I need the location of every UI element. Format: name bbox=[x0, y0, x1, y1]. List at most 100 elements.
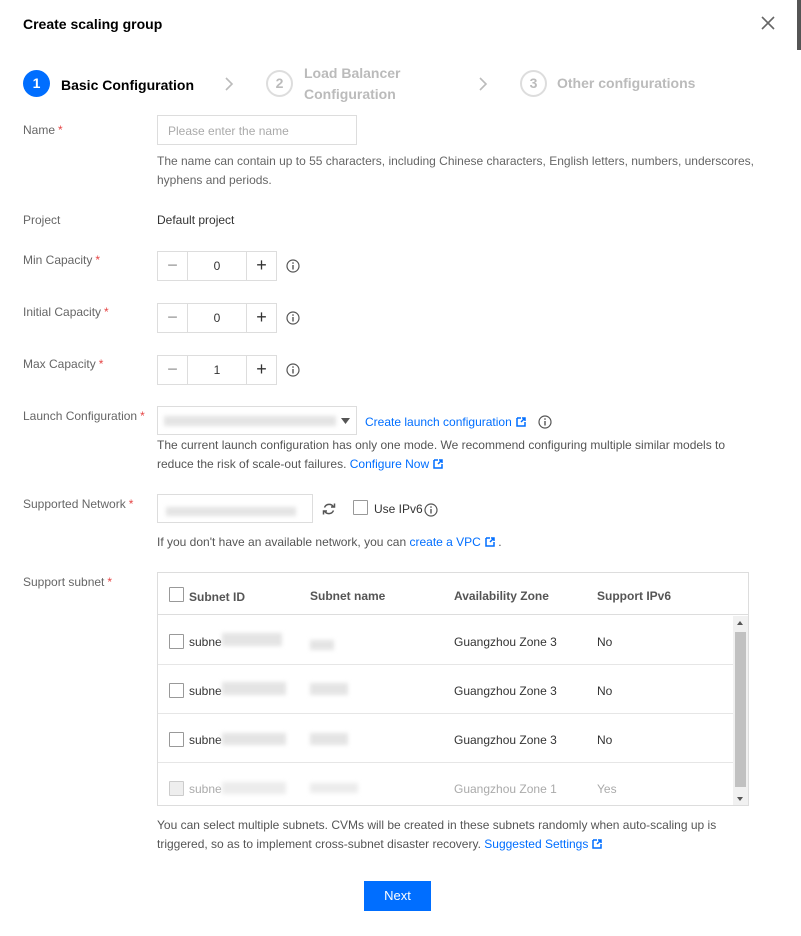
info-icon[interactable] bbox=[538, 415, 552, 429]
initial-capacity-increment-button[interactable]: + bbox=[246, 304, 276, 332]
scroll-up-icon[interactable] bbox=[737, 621, 743, 625]
launch-configuration-label: Launch Configuration * bbox=[23, 409, 145, 423]
chevron-right-icon bbox=[225, 77, 234, 91]
info-icon[interactable] bbox=[424, 503, 438, 517]
min-capacity-value[interactable]: 0 bbox=[188, 252, 246, 280]
availability-zone: Guangzhou Zone 3 bbox=[454, 684, 557, 698]
max-capacity-value[interactable]: 1 bbox=[188, 356, 246, 384]
step-1-label: Basic Configuration bbox=[61, 77, 195, 93]
create-scaling-group-dialog: Create scaling group 1 Basic Configurati… bbox=[0, 0, 801, 936]
supported-network-label: Supported Network * bbox=[23, 497, 133, 511]
table-row[interactable]: subne Guangzhou Zone 3 No bbox=[158, 665, 733, 714]
support-subnet-label-text: Support subnet bbox=[23, 575, 105, 589]
name-input-placeholder: Please enter the name bbox=[168, 124, 289, 138]
min-capacity-label: Min Capacity * bbox=[23, 253, 100, 267]
create-vpc-link[interactable]: create a VPC bbox=[409, 535, 480, 549]
page-scrollbar[interactable] bbox=[797, 0, 801, 50]
initial-capacity-value[interactable]: 0 bbox=[188, 304, 246, 332]
support-ipv6-value: Yes bbox=[597, 782, 617, 796]
table-row[interactable]: subne Guangzhou Zone 3 No bbox=[158, 714, 733, 763]
supported-network-help-text: If you don't have an available network, … bbox=[157, 533, 502, 552]
initial-capacity-stepper: − 0 + bbox=[157, 303, 277, 333]
redacted-value bbox=[222, 633, 282, 646]
required-mark: * bbox=[58, 123, 63, 137]
subnet-table: Subnet ID Subnet name Availability Zone … bbox=[157, 572, 749, 806]
required-mark: * bbox=[95, 253, 101, 267]
supported-network-select[interactable] bbox=[157, 494, 313, 523]
info-icon[interactable] bbox=[286, 311, 300, 325]
min-capacity-stepper: − 0 + bbox=[157, 251, 277, 281]
table-row: subne Guangzhou Zone 1 Yes bbox=[158, 763, 733, 805]
subnet-help-line1: You can select multiple subnets. CVMs wi… bbox=[157, 818, 717, 832]
redacted-value bbox=[166, 507, 296, 516]
min-capacity-increment-button[interactable]: + bbox=[246, 252, 276, 280]
table-scrollbar[interactable] bbox=[733, 616, 748, 805]
required-mark: * bbox=[104, 305, 109, 319]
redacted-value bbox=[310, 733, 348, 745]
step-2-label-line1: Load Balancer bbox=[304, 65, 401, 81]
launch-configuration-help-text: The current launch configuration has onl… bbox=[157, 436, 725, 474]
launch-configuration-select[interactable] bbox=[157, 406, 357, 435]
subnet-id: subne bbox=[189, 782, 222, 796]
redacted-value bbox=[222, 682, 286, 695]
use-ipv6-checkbox[interactable] bbox=[353, 500, 368, 515]
row-checkbox[interactable] bbox=[169, 732, 184, 747]
redacted-value bbox=[222, 782, 286, 794]
network-help-prefix: If you don't have an available network, … bbox=[157, 535, 407, 549]
row-checkbox[interactable] bbox=[169, 683, 184, 698]
initial-capacity-label-text: Initial Capacity bbox=[23, 305, 102, 319]
initial-capacity-label: Initial Capacity * bbox=[23, 305, 109, 319]
step-1-number: 1 bbox=[23, 70, 50, 97]
configure-now-link[interactable]: Configure Now bbox=[350, 457, 429, 471]
subnet-help-line2-text: triggered, so as to implement cross-subn… bbox=[157, 837, 481, 851]
close-icon[interactable] bbox=[759, 14, 777, 32]
create-launch-configuration-text[interactable]: Create launch configuration bbox=[365, 415, 512, 429]
scroll-down-icon[interactable] bbox=[737, 797, 743, 801]
create-launch-configuration-link[interactable]: Create launch configuration bbox=[365, 415, 526, 429]
suggested-settings-link[interactable]: Suggested Settings bbox=[484, 837, 588, 851]
step-2-label-line2: Configuration bbox=[304, 86, 396, 102]
launch-config-help-line1: The current launch configuration has onl… bbox=[157, 438, 726, 452]
support-ipv6-value: No bbox=[597, 635, 613, 649]
max-capacity-stepper: − 1 + bbox=[157, 355, 277, 385]
launch-config-help-line2-text: reduce the risk of scale-out failures. bbox=[157, 457, 347, 471]
table-row[interactable]: subne Guangzhou Zone 3 No bbox=[158, 616, 733, 665]
scrollbar-thumb[interactable] bbox=[735, 632, 746, 787]
column-support-ipv6: Support IPv6 bbox=[597, 589, 672, 603]
next-button[interactable]: Next bbox=[364, 881, 431, 911]
redacted-value bbox=[310, 783, 358, 793]
max-capacity-decrement-button[interactable]: − bbox=[158, 356, 188, 384]
caret-down-icon bbox=[341, 418, 350, 424]
initial-capacity-decrement-button[interactable]: − bbox=[158, 304, 188, 332]
external-link-icon bbox=[516, 417, 526, 427]
name-help-line1: The name can contain up to 55 characters… bbox=[157, 154, 754, 168]
select-all-checkbox[interactable] bbox=[169, 587, 184, 602]
max-capacity-label: Max Capacity * bbox=[23, 357, 103, 371]
column-subnet-id[interactable]: Subnet ID bbox=[189, 590, 245, 604]
refresh-icon[interactable] bbox=[322, 502, 336, 516]
step-2-label: Load Balancer Configuration bbox=[304, 63, 400, 105]
info-icon[interactable] bbox=[286, 259, 300, 273]
redacted-value bbox=[222, 733, 286, 745]
availability-zone: Guangzhou Zone 3 bbox=[454, 635, 557, 649]
external-link-icon bbox=[485, 537, 495, 547]
min-capacity-decrement-button[interactable]: − bbox=[158, 252, 188, 280]
dialog-title: Create scaling group bbox=[23, 16, 163, 32]
table-header: Subnet ID Subnet name Availability Zone … bbox=[158, 573, 748, 615]
required-mark: * bbox=[98, 357, 104, 371]
subnet-id: subne bbox=[189, 733, 222, 747]
row-checkbox bbox=[169, 781, 184, 796]
step-3-number: 3 bbox=[520, 70, 547, 97]
name-input[interactable]: Please enter the name bbox=[157, 115, 357, 145]
row-checkbox[interactable] bbox=[169, 634, 184, 649]
name-label: Name * bbox=[23, 123, 63, 137]
redacted-value bbox=[164, 416, 336, 426]
network-help-suffix: . bbox=[498, 535, 502, 549]
min-capacity-label-text: Min Capacity bbox=[23, 253, 93, 267]
supported-network-label-text: Supported Network bbox=[23, 497, 126, 511]
info-icon[interactable] bbox=[286, 363, 300, 377]
max-capacity-increment-button[interactable]: + bbox=[246, 356, 276, 384]
step-2-number: 2 bbox=[266, 70, 293, 97]
name-help-text: The name can contain up to 55 characters… bbox=[157, 152, 754, 190]
max-capacity-label-text: Max Capacity bbox=[23, 357, 96, 371]
